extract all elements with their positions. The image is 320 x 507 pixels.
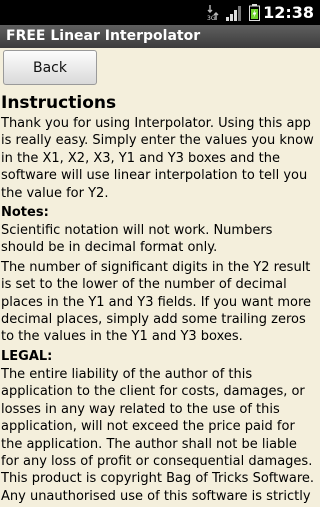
instructions-content: Instructions Thank you for using Interpo… xyxy=(0,88,320,507)
signal-strength-icon xyxy=(226,6,241,21)
back-button[interactable]: Back xyxy=(3,50,97,85)
data-transfer-icon: 3G xyxy=(207,5,219,21)
notes-text-2: The number of significant digits in the … xyxy=(1,259,312,345)
svg-text:3G: 3G xyxy=(207,15,216,21)
status-bar: 3G 12:38 xyxy=(0,0,320,25)
status-icons: 3G xyxy=(207,4,260,21)
battery-charging-icon xyxy=(249,4,260,21)
legal-text: The entire liability of the author of th… xyxy=(1,366,315,504)
app-title: FREE Linear Interpolator xyxy=(6,28,201,44)
title-bar: FREE Linear Interpolator xyxy=(0,25,320,48)
instructions-text: Thank you for using Interpolator. Using … xyxy=(1,116,314,201)
notes-text-1: Scientific notation will not work. Numbe… xyxy=(1,223,273,256)
status-time: 12:38 xyxy=(263,3,314,22)
notes-heading: Notes: xyxy=(1,205,49,221)
instructions-heading: Instructions xyxy=(1,93,117,113)
legal-heading: LEGAL: xyxy=(1,348,53,364)
